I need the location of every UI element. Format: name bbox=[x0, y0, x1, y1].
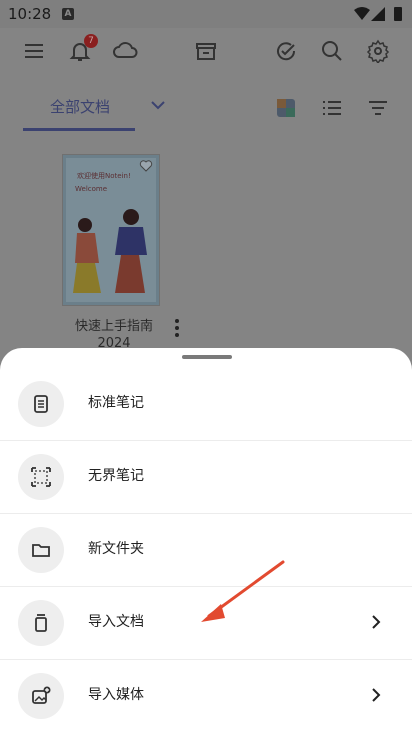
bookmark-heart-icon bbox=[139, 160, 153, 172]
battery-icon bbox=[394, 7, 402, 21]
sheet-item-import-media[interactable]: 导入媒体 bbox=[0, 659, 412, 732]
gear-icon[interactable] bbox=[366, 39, 390, 63]
infinite-canvas-icon bbox=[31, 467, 51, 487]
document-name[interactable]: 快速上手指南2024 bbox=[64, 318, 164, 352]
sort-filter-icon[interactable] bbox=[368, 98, 388, 118]
note-icon bbox=[34, 395, 48, 413]
sheet-item-standard-note[interactable]: 标准笔记 bbox=[0, 367, 412, 441]
tab-underline bbox=[23, 128, 135, 131]
notification-badge: 7 bbox=[84, 34, 98, 48]
app-notification-icon: A bbox=[62, 8, 74, 20]
chevron-down-icon[interactable] bbox=[150, 98, 166, 112]
chevron-right-icon bbox=[372, 688, 381, 702]
cover-title: 欢迎使用Notein! bbox=[77, 172, 131, 180]
sheet-item-label: 标准笔记 bbox=[88, 395, 144, 411]
folder-icon bbox=[32, 544, 50, 557]
status-time: 10:28 bbox=[8, 5, 52, 23]
more-options-icon[interactable] bbox=[170, 318, 184, 338]
signal-icon bbox=[371, 7, 385, 21]
task-check-icon[interactable] bbox=[274, 39, 298, 63]
cloud-icon[interactable] bbox=[112, 39, 140, 63]
search-icon[interactable] bbox=[320, 39, 344, 63]
status-bar: 10:28 A bbox=[0, 0, 412, 28]
menu-icon[interactable] bbox=[22, 39, 46, 63]
import-media-icon bbox=[32, 686, 51, 704]
document-filter-bar: 全部文档 bbox=[0, 88, 412, 132]
illustration-figure-left bbox=[73, 218, 101, 293]
wifi-icon bbox=[354, 7, 370, 20]
tab-all-documents[interactable]: 全部文档 bbox=[50, 96, 110, 117]
annotation-arrow-icon bbox=[201, 560, 285, 622]
sheet-item-label: 导入文档 bbox=[88, 614, 144, 630]
sheet-item-label: 新文件夹 bbox=[88, 541, 144, 557]
chevron-right-icon bbox=[372, 615, 381, 629]
cover-subtitle: Welcome bbox=[75, 185, 108, 193]
document-thumbnail[interactable]: 欢迎使用Notein! Welcome bbox=[62, 154, 160, 306]
list-view-icon[interactable] bbox=[322, 98, 342, 118]
color-palette-icon[interactable] bbox=[276, 98, 296, 118]
illustration-figure-right bbox=[115, 209, 147, 293]
top-toolbar bbox=[0, 28, 412, 74]
store-icon[interactable] bbox=[194, 39, 218, 63]
drag-handle[interactable] bbox=[182, 355, 232, 359]
sheet-item-infinite-note[interactable]: 无界笔记 bbox=[0, 440, 412, 514]
import-document-icon bbox=[35, 614, 47, 632]
sheet-item-label: 导入媒体 bbox=[88, 687, 144, 703]
create-bottom-sheet: 标准笔记 无界笔记 新文件夹 导入文档 导入媒体 bbox=[0, 348, 412, 734]
sheet-item-label: 无界笔记 bbox=[88, 468, 144, 484]
